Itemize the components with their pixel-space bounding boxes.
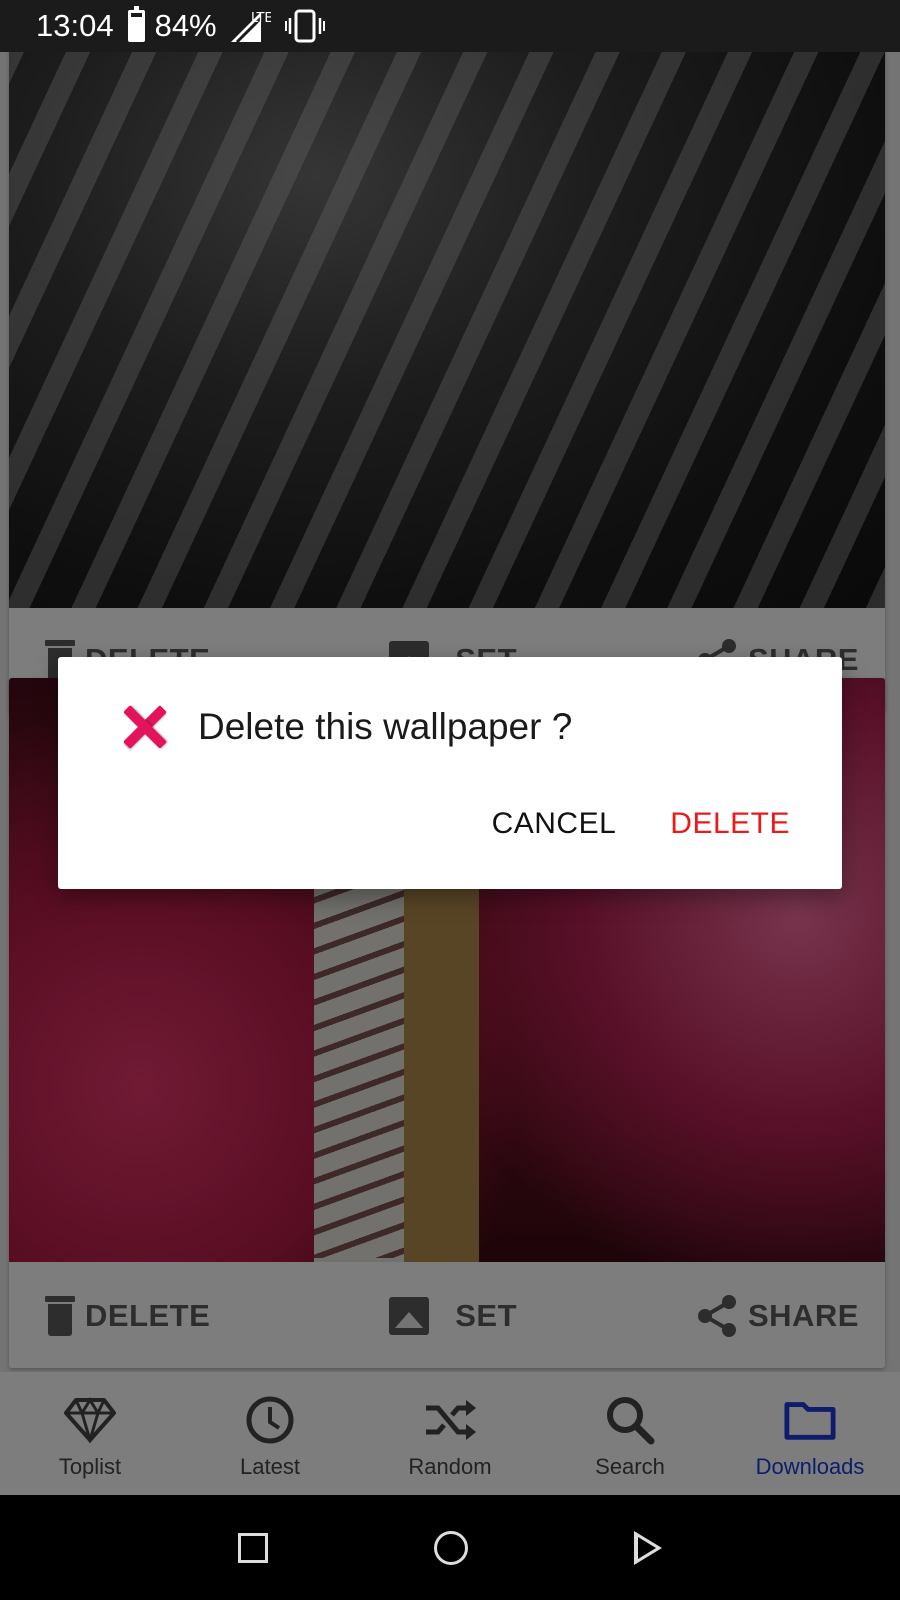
back-triangle-icon[interactable] xyxy=(634,1530,662,1565)
status-bar: 13:04 84% LTE xyxy=(0,0,900,52)
cancel-button[interactable]: CANCEL xyxy=(492,807,617,841)
recents-square-icon[interactable] xyxy=(238,1532,268,1563)
dialog-header: Delete this wallpaper ? xyxy=(122,705,572,749)
signal-icon: LTE xyxy=(230,8,271,44)
dialog-buttons: CANCEL DELETE xyxy=(492,807,790,841)
battery-icon xyxy=(127,6,145,42)
close-x-icon xyxy=(122,705,166,749)
network-type: LTE xyxy=(251,11,271,26)
vibrate-icon xyxy=(284,9,325,43)
status-time: 13:04 xyxy=(36,8,114,43)
delete-confirm-dialog: Delete this wallpaper ? CANCEL DELETE xyxy=(58,657,842,889)
system-navigation-bar xyxy=(0,1495,900,1600)
home-circle-icon[interactable] xyxy=(434,1530,468,1565)
battery-percent: 84% xyxy=(154,8,217,43)
confirm-delete-button[interactable]: DELETE xyxy=(670,807,790,841)
battery-indicator: 84% xyxy=(127,6,217,44)
dialog-title: Delete this wallpaper ? xyxy=(198,706,573,747)
